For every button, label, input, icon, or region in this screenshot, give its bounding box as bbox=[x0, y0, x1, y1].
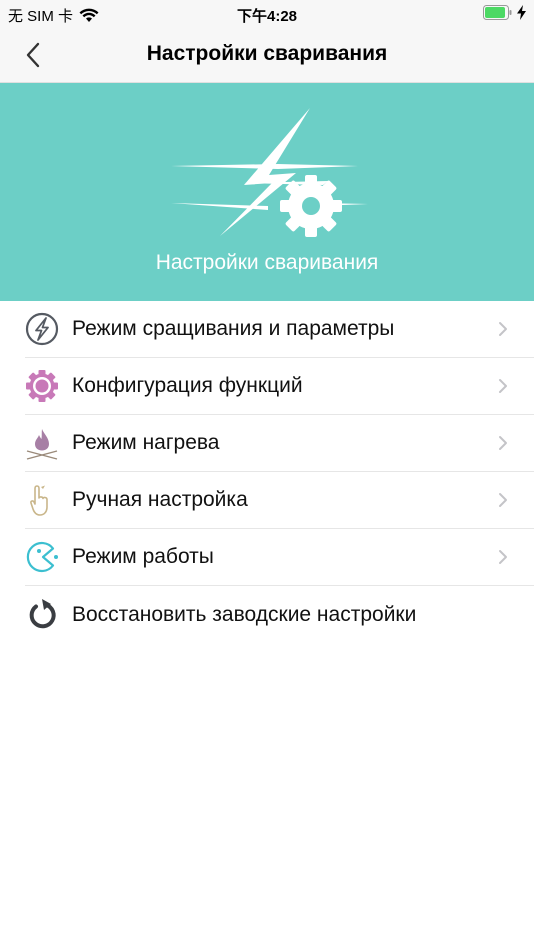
chevron-right-icon bbox=[499, 436, 507, 450]
chevron-right-icon bbox=[499, 322, 507, 336]
menu-item-work-mode[interactable]: Режим работы bbox=[25, 529, 534, 586]
status-time: 下午4:28 bbox=[236, 8, 298, 25]
settings-menu: Режим сращивания и параметры Конфигураци… bbox=[0, 301, 534, 643]
status-bar: 无 SIM 卡 下午4:28 bbox=[0, 0, 534, 28]
menu-item-label: Режим нагрева bbox=[72, 431, 220, 454]
page-title: Настройки сваривания bbox=[146, 42, 388, 65]
menu-item-label: Конфигурация функций bbox=[72, 374, 303, 397]
header-banner: Настройки сваривания bbox=[0, 83, 534, 301]
menu-item-label: Режим работы bbox=[72, 545, 214, 568]
nav-bar: Настройки сваривания bbox=[0, 28, 534, 83]
charging-icon bbox=[517, 5, 526, 20]
menu-item-function-config[interactable]: Конфигурация функций bbox=[25, 358, 534, 415]
chevron-right-icon bbox=[499, 550, 507, 564]
banner-title: Настройки сваривания bbox=[155, 251, 379, 274]
flame-icon bbox=[25, 426, 59, 460]
chevron-right-icon bbox=[499, 493, 507, 507]
lightning-gear-icon bbox=[171, 108, 368, 237]
lightning-circle-icon bbox=[25, 312, 59, 346]
menu-item-label: Ручная настройка bbox=[72, 488, 248, 511]
menu-item-heating-mode[interactable]: Режим нагрева bbox=[25, 415, 534, 472]
menu-item-label: Восстановить заводские настройки bbox=[72, 602, 417, 626]
restore-icon bbox=[25, 598, 59, 632]
menu-item-label: Режим сращивания и параметры bbox=[72, 317, 395, 340]
menu-item-splice-mode[interactable]: Режим сращивания и параметры bbox=[25, 301, 534, 358]
pacman-icon bbox=[25, 540, 59, 574]
hand-pointer-icon bbox=[25, 483, 59, 517]
chevron-right-icon bbox=[499, 379, 507, 393]
menu-item-factory-reset[interactable]: Восстановить заводские настройки bbox=[25, 586, 534, 643]
status-right bbox=[483, 5, 526, 20]
gear-icon bbox=[25, 369, 59, 403]
battery-icon bbox=[483, 5, 512, 20]
menu-item-manual-settings[interactable]: Ручная настройка bbox=[25, 472, 534, 529]
